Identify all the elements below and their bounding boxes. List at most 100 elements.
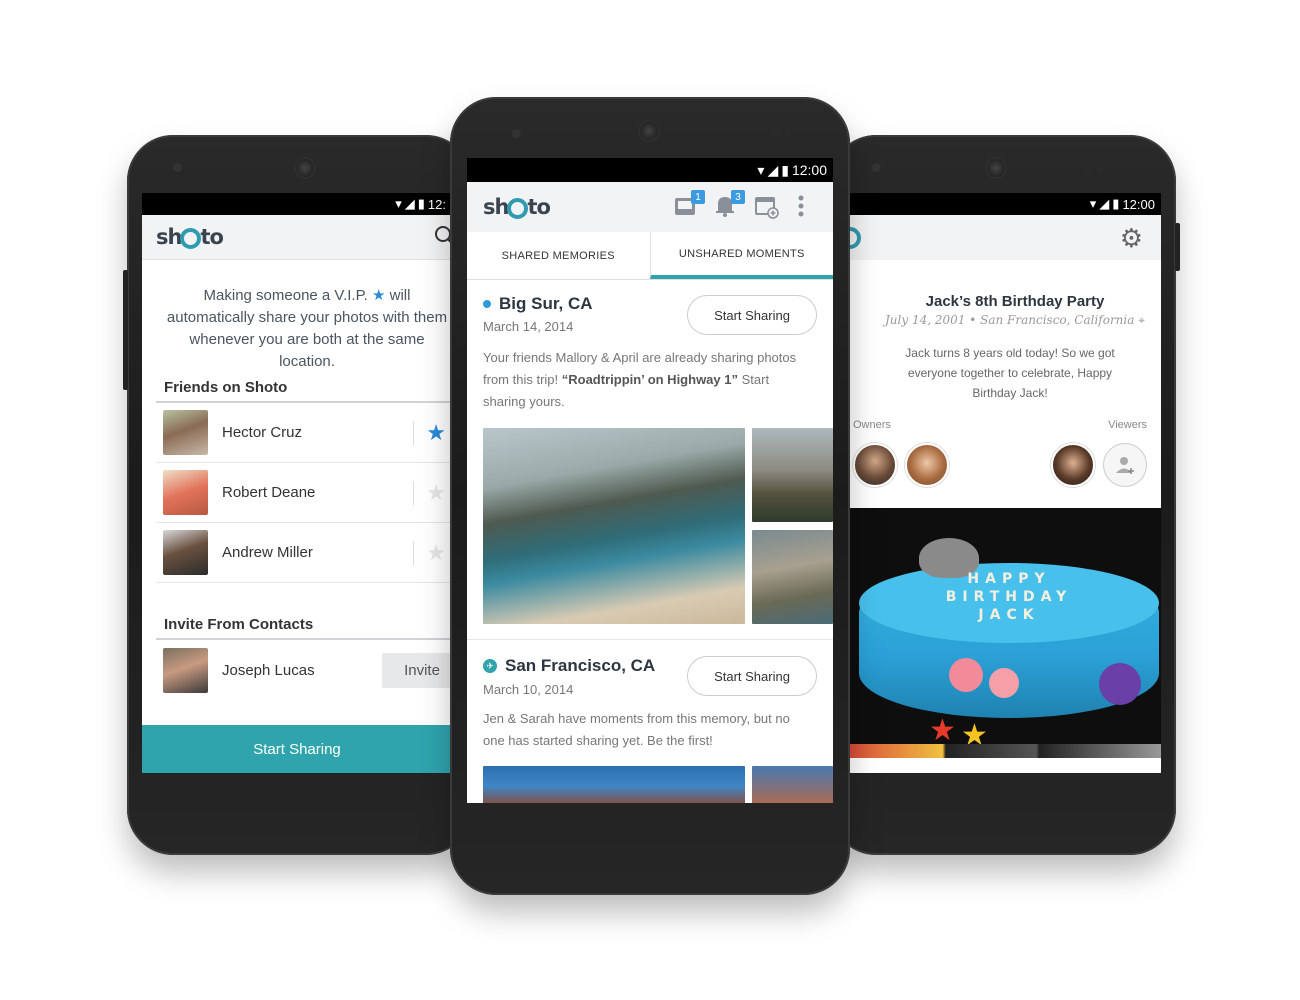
screen-center: ▾ ◢ ▮ 12:00 sh to 1 3 SHARED MEMORIES UN… (467, 158, 833, 803)
status-time: 12:00 (1122, 196, 1155, 212)
friend-row[interactable]: Hector Cruz ★ (156, 403, 452, 463)
shutter-icon (180, 227, 202, 249)
row-divider (413, 540, 415, 565)
new-dot-icon (483, 300, 491, 308)
start-sharing-button[interactable]: Start Sharing (687, 295, 817, 335)
friends-section-title: Friends on Shoto (164, 379, 288, 396)
front-camera (512, 129, 521, 138)
card-date: March 14, 2014 (483, 319, 574, 334)
inbox-icon[interactable]: 1 (673, 190, 705, 222)
memory-name: “Roadtrippin’ on Highway 1” (561, 372, 738, 387)
vip-star-icon[interactable]: ★ (426, 420, 446, 446)
friend-name: Andrew Miller (222, 544, 313, 561)
start-sharing-button[interactable]: Start Sharing (142, 725, 452, 773)
moment-card: ✈ San Francisco, CA March 10, 2014 Start… (467, 640, 833, 803)
wifi-icon: ▾ (1089, 196, 1097, 211)
intro-text-start: Making someone a V.I.P. (203, 287, 368, 304)
sensor (1097, 167, 1103, 173)
moment-photo[interactable] (752, 530, 833, 624)
phone-left: ▾ ◢ ▮ 12: sh to Making someone a V.I.P. ★… (123, 135, 472, 855)
avatar (163, 647, 208, 693)
card-title-text: San Francisco, CA (505, 656, 656, 675)
plane-icon: ✈ (483, 659, 497, 673)
battery-icon: ▮ (781, 161, 789, 178)
contact-name: Joseph Lucas (222, 661, 315, 679)
front-camera (872, 163, 881, 172)
tab-shared-memories[interactable]: SHARED MEMORIES (467, 232, 650, 279)
vip-star-icon[interactable]: ★ (426, 540, 446, 566)
sensor (1085, 167, 1091, 173)
avatar (163, 470, 208, 515)
cake-text-line: HAPPY (967, 571, 1051, 587)
sensor (785, 130, 791, 136)
wifi-icon: ▾ (757, 161, 765, 178)
moment-card: Big Sur, CA March 14, 2014 Start Sharing… (467, 281, 833, 641)
owner-avatar[interactable] (905, 443, 949, 487)
tab-bar: SHARED MEMORIES UNSHARED MOMENTS (467, 232, 833, 280)
shutter-icon (507, 197, 529, 219)
front-camera (173, 163, 182, 172)
event-meta: July 14, 2001 • San Francisco, Californi… (869, 313, 1161, 328)
viewers-label: Viewers (1108, 419, 1147, 431)
bell-icon[interactable]: 3 (713, 190, 745, 222)
card-title-text: Big Sur, CA (499, 294, 593, 313)
earpiece-speaker (985, 157, 1007, 179)
row-divider (413, 480, 415, 505)
gear-icon[interactable]: ⚙ (1120, 223, 1143, 254)
app-bar: sh to 1 3 (467, 182, 833, 232)
add-person-icon (1116, 457, 1134, 474)
owners-label: Owners (853, 419, 891, 431)
location-pin-icon: ⌖ (1138, 313, 1145, 327)
notification-badge: 3 (731, 190, 745, 204)
card-date: March 10, 2014 (483, 682, 574, 697)
phone-right: ▾ ◢ ▮ 12:00 ⚙ Jack’s 8th Birthday Party … (830, 135, 1180, 855)
signal-icon: ◢ (767, 161, 779, 178)
star-icon: ★ (371, 287, 386, 304)
invite-section-title: Invite From Contacts (164, 616, 314, 633)
row-divider (413, 420, 415, 445)
shutter-icon (849, 227, 861, 249)
event-photo[interactable]: HAPPY BIRTHDAY JACK ★ ★ (849, 508, 1161, 758)
owner-avatar[interactable] (853, 443, 897, 487)
status-bar: ▾ ◢ ▮ 12:00 (849, 193, 1161, 215)
friend-row[interactable]: Andrew Miller ★ (156, 523, 452, 583)
octopus-decoration (1099, 663, 1141, 705)
signal-icon: ◢ (404, 196, 415, 211)
jellyfish-decoration (949, 658, 983, 692)
wifi-icon: ▾ (395, 196, 402, 211)
volume-button (123, 270, 128, 390)
moment-photo[interactable] (483, 766, 745, 803)
add-event-calendar-icon[interactable] (753, 192, 783, 222)
friend-name: Hector Cruz (222, 424, 303, 441)
start-sharing-button[interactable]: Start Sharing (687, 656, 817, 696)
phone-center: ▾ ◢ ▮ 12:00 sh to 1 3 SHARED MEMORIES UN… (450, 97, 850, 895)
overflow-menu-icon[interactable] (797, 192, 807, 222)
avatar (163, 530, 208, 575)
starfish-decoration: ★ (929, 714, 956, 747)
vip-intro-text: Making someone a V.I.P. ★ will automatic… (162, 285, 452, 373)
status-bar: ▾ ◢ ▮ 12:00 (467, 158, 833, 182)
friend-name: Robert Deane (222, 484, 316, 501)
viewer-avatar[interactable] (1051, 443, 1095, 487)
status-time: 12:00 (791, 162, 827, 178)
battery-icon: ▮ (1112, 196, 1120, 211)
vip-star-icon[interactable]: ★ (426, 480, 446, 506)
cake-writing: HAPPY BIRTHDAY JACK (879, 570, 1139, 624)
event-title: Jack’s 8th Birthday Party (925, 293, 1105, 310)
jellyfish-decoration (989, 668, 1019, 698)
signal-icon: ◢ (1099, 196, 1110, 211)
desc-text: Jen & Sarah have moments from this memor… (483, 711, 790, 748)
invite-button[interactable]: Invite (382, 652, 452, 688)
avatar (163, 410, 208, 455)
screen-left: ▾ ◢ ▮ 12: sh to Making someone a V.I.P. ★… (142, 193, 452, 773)
moment-photo[interactable] (752, 428, 833, 522)
tab-unshared-moments[interactable]: UNSHARED MOMENTS (649, 232, 833, 279)
add-viewer-button[interactable] (1103, 443, 1147, 487)
power-button (1175, 223, 1180, 271)
event-description: Jack turns 8 years old today! So we got … (905, 346, 1115, 400)
friend-row[interactable]: Robert Deane ★ (156, 463, 452, 523)
moment-photo[interactable] (483, 428, 745, 624)
inbox-badge: 1 (691, 190, 705, 204)
moment-photo[interactable] (752, 766, 833, 803)
earpiece-speaker (294, 157, 316, 179)
